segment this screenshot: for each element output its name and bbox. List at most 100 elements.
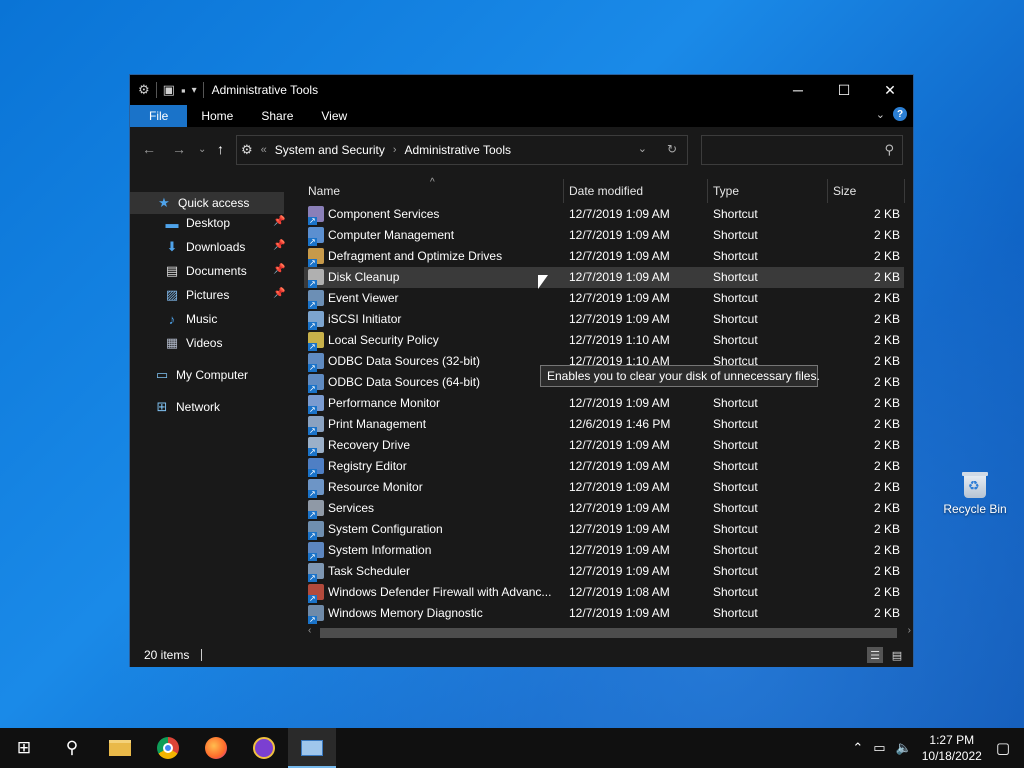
close-button[interactable]: ✕ [867, 75, 913, 105]
nav-documents[interactable]: ▤ Documents [164, 260, 247, 282]
pin-icon[interactable]: 📌 [273, 288, 285, 299]
table-row[interactable]: Windows Defender Firewall with Advanc...… [304, 582, 904, 603]
nav-videos[interactable]: ▦ Videos [164, 332, 223, 354]
pin-icon[interactable]: 📌 [273, 240, 285, 251]
title-bar[interactable]: ⚙ ▣ ▪ ▾ Administrative Tools ─ ☐ ✕ [130, 75, 913, 105]
table-row[interactable]: Event Viewer 12/7/2019 1:09 AM Shortcut 2 K… [304, 288, 904, 309]
table-row[interactable]: Recovery Drive 12/7/2019 1:09 AM Shortcut 2… [304, 435, 904, 456]
refresh-icon[interactable]: ↻ [667, 142, 677, 156]
nav-downloads[interactable]: ⬇ Downloads [164, 236, 246, 258]
file-type: Shortcut [713, 291, 758, 305]
column-divider[interactable] [707, 179, 708, 203]
pane-splitter[interactable] [288, 171, 304, 641]
search-button[interactable]: ⚲ [48, 728, 96, 768]
minimize-button[interactable]: ─ [775, 75, 821, 105]
table-row[interactable]: Windows Memory Diagnostic 12/7/2019 1:09 … [304, 603, 904, 624]
column-header-name[interactable]: Name ^ [308, 177, 435, 203]
table-row[interactable]: Registry Editor 12/7/2019 1:09 AM Shortcut… [304, 456, 904, 477]
tab-file[interactable]: File [130, 105, 188, 127]
breadcrumb-system-and-security[interactable]: System and Security [275, 143, 385, 157]
scroll-right-icon[interactable]: › [908, 625, 911, 636]
column-divider[interactable] [563, 179, 564, 203]
network-status-icon[interactable]: ▭ [873, 740, 885, 756]
file-size: 2 KB [873, 417, 900, 431]
up-arrow-icon[interactable]: ↑ [217, 141, 224, 157]
forward-arrow-icon[interactable]: → [172, 141, 186, 157]
table-row[interactable]: iSCSI Initiator 12/7/2019 1:09 AM Shortcut… [304, 309, 904, 330]
tab-home[interactable]: Home [187, 105, 247, 127]
nav-pictures[interactable]: ▨ Pictures [164, 284, 230, 306]
customize-toolbar-icon[interactable]: ▾ [192, 85, 197, 96]
large-icons-view-icon[interactable]: ▤ [889, 647, 905, 663]
column-header-date[interactable]: Date modified [569, 179, 643, 203]
file-type: Shortcut [713, 228, 758, 242]
file-date-modified: 12/7/2019 1:09 AM [569, 606, 670, 620]
file-date-modified: 12/6/2019 1:46 PM [569, 417, 671, 431]
breadcrumb-overflow[interactable]: « [261, 144, 267, 156]
table-row[interactable]: System Configuration 12/7/2019 1:09 AM Sho… [304, 519, 904, 540]
table-row[interactable]: Component Services 12/7/2019 1:09 AM Short… [304, 204, 904, 225]
new-folder-icon[interactable]: ▪ [181, 83, 186, 98]
back-arrow-icon[interactable]: ← [142, 141, 156, 157]
expand-ribbon-icon[interactable]: ⌄ [876, 108, 885, 121]
address-dropdown-icon[interactable]: ⌄ [638, 142, 647, 155]
taskbar-firefox[interactable] [192, 728, 240, 768]
breadcrumb-administrative-tools[interactable]: Administrative Tools [405, 143, 512, 157]
pin-icon[interactable]: 📌 [273, 264, 285, 275]
nav-network[interactable]: ⊞ Network [154, 396, 220, 418]
taskbar-chrome[interactable] [144, 728, 192, 768]
file-type: Shortcut [713, 585, 758, 599]
nav-music[interactable]: ♪ Music [164, 308, 218, 330]
tab-share[interactable]: Share [247, 105, 307, 127]
clock[interactable]: 1:27 PM 10/18/2022 [922, 732, 982, 764]
recycle-bin-shortcut[interactable]: Recycle Bin [940, 472, 1010, 516]
recent-locations-icon[interactable]: ⌄ [198, 144, 206, 155]
notifications-icon[interactable]: ▢ [996, 739, 1010, 757]
address-bar[interactable]: ⚙ « System and Security › Administrative… [236, 135, 688, 165]
horizontal-scrollbar[interactable]: ‹ › [306, 625, 913, 639]
table-row[interactable]: Print Management 12/6/2019 1:46 PM Shortcu… [304, 414, 904, 435]
table-row[interactable]: System Information 12/7/2019 1:09 AM Short… [304, 540, 904, 561]
file-size: 2 KB [873, 543, 900, 557]
table-row[interactable]: Task Scheduler 12/7/2019 1:09 AM Shortcut 2… [304, 561, 904, 582]
table-row[interactable]: Disk Cleanup 12/7/2019 1:09 AM Shortcut 2 K… [304, 267, 904, 288]
details-view-icon[interactable]: ☰ [867, 647, 883, 663]
maximize-button[interactable]: ☐ [821, 75, 867, 105]
taskbar-administrative-tools[interactable] [288, 728, 336, 768]
start-button[interactable]: ⊞ [0, 728, 48, 768]
pin-icon[interactable]: 📌 [273, 216, 285, 227]
mouse-cursor-icon [538, 275, 548, 289]
table-row[interactable]: Services 12/7/2019 1:09 AM Shortcut 2 KB [304, 498, 904, 519]
table-row[interactable]: Defragment and Optimize Drives 12/7/2019 … [304, 246, 904, 267]
table-row[interactable]: Performance Monitor 12/7/2019 1:09 AM Shor… [304, 393, 904, 414]
table-row[interactable]: Computer Management 12/7/2019 1:09 AM Shor… [304, 225, 904, 246]
file-date-modified: 12/7/2019 1:09 AM [569, 480, 670, 494]
column-header-type[interactable]: Type [713, 179, 739, 203]
file-size: 2 KB [873, 522, 900, 536]
toolbar-divider [202, 82, 204, 98]
file-size: 2 KB [873, 438, 900, 452]
properties-icon[interactable]: ▣ [163, 82, 175, 98]
show-hidden-icons-icon[interactable]: ⌃ [852, 740, 863, 756]
scrollbar-thumb[interactable] [320, 628, 897, 638]
tab-view[interactable]: View [307, 105, 361, 127]
search-input[interactable]: ⚲ [701, 135, 903, 165]
search-icon: ⚲ [884, 142, 894, 157]
taskbar-app-mask[interactable] [240, 728, 288, 768]
column-divider[interactable] [904, 179, 905, 203]
taskbar-file-explorer[interactable] [96, 728, 144, 768]
file-name: Recovery Drive [328, 438, 411, 452]
shortcut-icon [308, 521, 324, 540]
help-icon[interactable]: ? [893, 107, 907, 121]
table-row[interactable]: Local Security Policy 12/7/2019 1:10 AM Sh… [304, 330, 904, 351]
nav-my-computer[interactable]: ▭ My Computer [154, 364, 248, 386]
file-type: Shortcut [713, 459, 758, 473]
nav-desktop[interactable]: ▬ Desktop [164, 212, 231, 234]
volume-icon[interactable]: 🔈 [896, 740, 912, 756]
file-size: 2 KB [873, 333, 900, 347]
column-divider[interactable] [827, 179, 828, 203]
scroll-left-icon[interactable]: ‹ [308, 625, 311, 636]
column-header-size[interactable]: Size [833, 179, 856, 203]
table-row[interactable]: Resource Monitor 12/7/2019 1:09 AM Shortcu… [304, 477, 904, 498]
nav-quick-access[interactable]: ★ Quick access [130, 192, 284, 214]
